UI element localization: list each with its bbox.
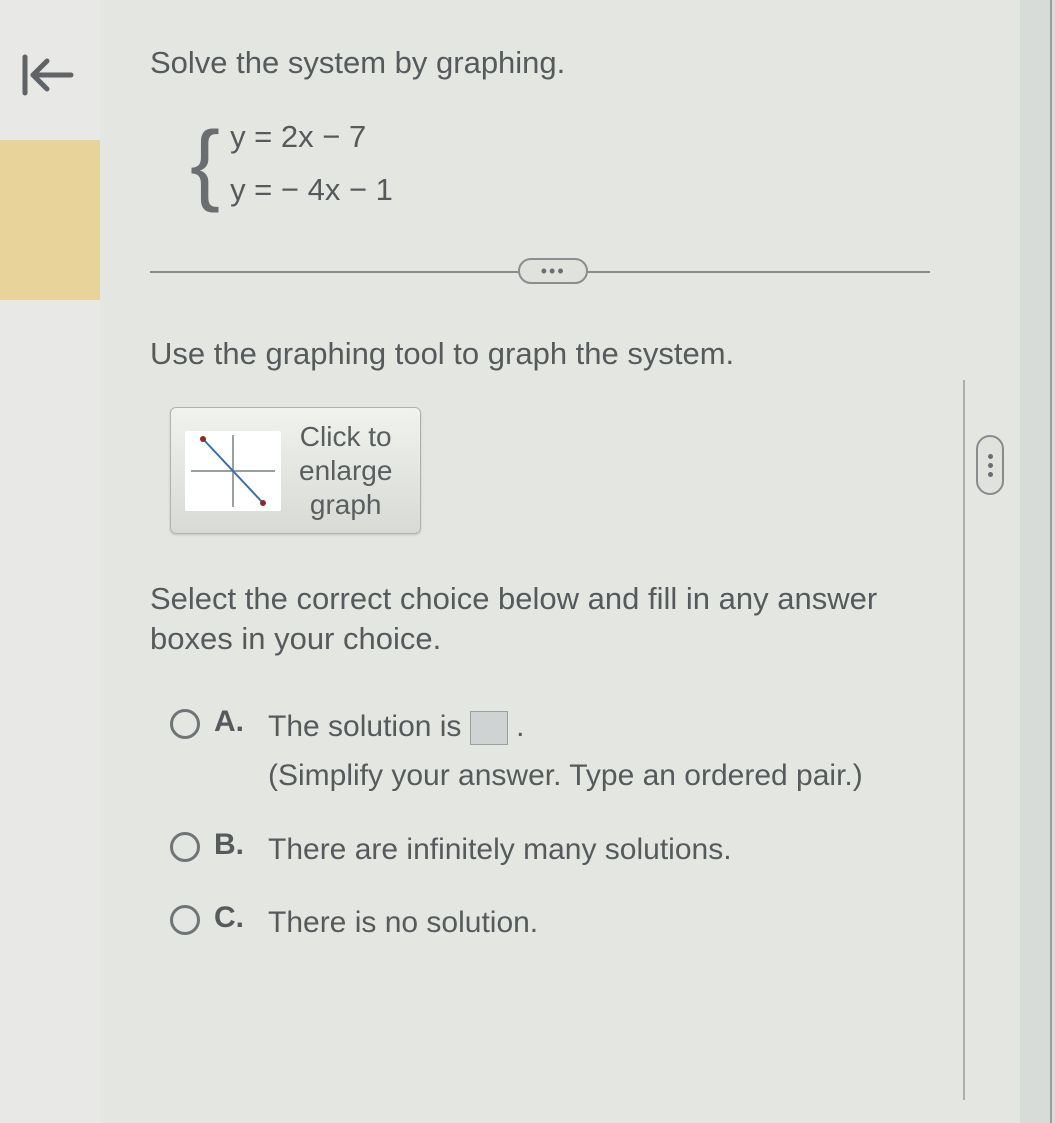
choice-a-letter: A. [214, 705, 244, 739]
graph-tool-label: Click to enlarge graph [299, 420, 392, 521]
divider-expand-button[interactable]: ••• [518, 258, 588, 284]
choice-a-body: The solution is . (Simplify your answer.… [268, 705, 990, 798]
question-title: Solve the system by graphing. [150, 45, 990, 81]
graph-tool-button[interactable]: Click to enlarge graph [170, 407, 421, 534]
choice-a-text-after: . [508, 710, 525, 743]
dots-icon: ••• [541, 261, 566, 282]
choice-a-hint: (Simplify your answer. Type an ordered p… [268, 754, 990, 798]
main-content: Solve the system by graphing. { y = 2x −… [100, 0, 1020, 1123]
graph-thumbnail-icon [185, 431, 281, 511]
select-instruction: Select the correct choice below and fill… [150, 579, 990, 660]
brace-icon: { [190, 128, 220, 200]
choice-a-text-before: The solution is [268, 710, 470, 743]
dot-icon [988, 472, 993, 477]
choice-c: C. There is no solution. [170, 901, 990, 945]
graphing-instruction: Use the graphing tool to graph the syste… [150, 336, 990, 372]
dot-icon [988, 454, 993, 459]
choices-list: A. The solution is . (Simplify your answ… [170, 705, 990, 945]
radio-b[interactable] [170, 832, 200, 862]
left-accent-strip [0, 140, 100, 300]
equation-system: { y = 2x − 7 y = − 4x − 1 [190, 111, 990, 216]
choice-c-text: There is no solution. [268, 901, 990, 945]
radio-c[interactable] [170, 905, 200, 935]
side-expand-button[interactable] [976, 435, 1004, 495]
answer-input-a[interactable] [470, 711, 508, 745]
choice-b-letter: B. [214, 828, 244, 862]
choice-a: A. The solution is . (Simplify your answ… [170, 705, 990, 798]
equation-1: y = 2x − 7 [230, 111, 393, 164]
back-arrow-icon [19, 51, 75, 99]
left-sidebar [0, 0, 100, 1123]
choice-c-letter: C. [214, 901, 244, 935]
equation-2: y = − 4x − 1 [230, 164, 393, 217]
right-divider-line [963, 380, 965, 1100]
choice-b: B. There are infinitely many solutions. [170, 828, 990, 872]
radio-a[interactable] [170, 709, 200, 739]
right-rail [1050, 0, 1055, 1123]
dot-icon [988, 463, 993, 468]
back-button[interactable] [12, 45, 82, 105]
section-divider: ••• [150, 256, 990, 286]
choice-b-text: There are infinitely many solutions. [268, 828, 990, 872]
